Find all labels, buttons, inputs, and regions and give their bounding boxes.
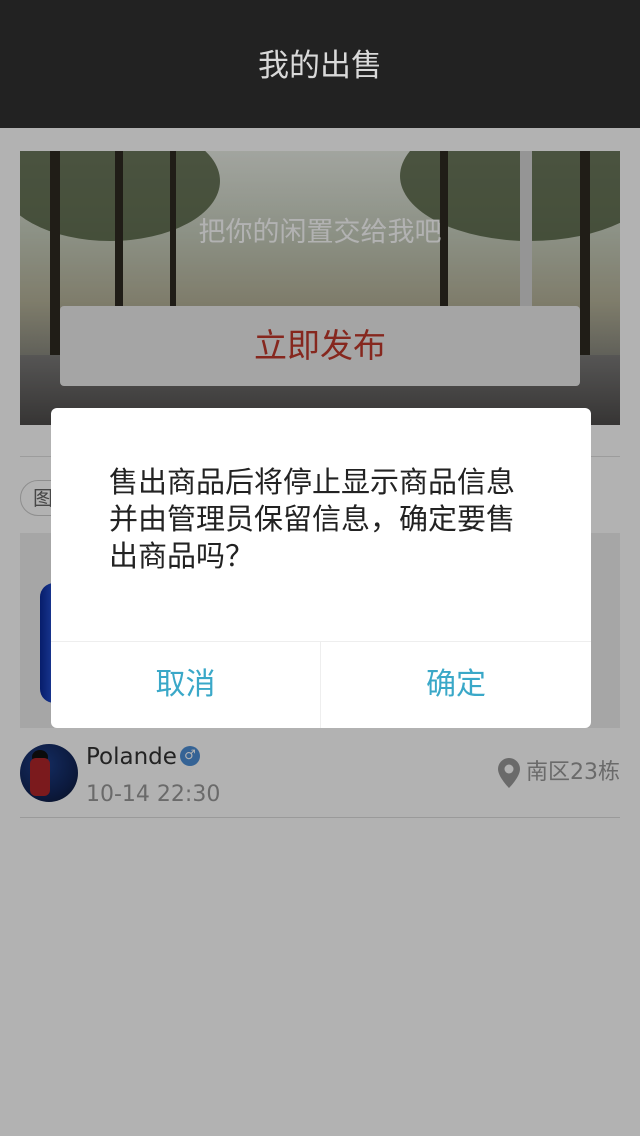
top-bar: 我的出售 xyxy=(0,0,640,128)
cancel-button[interactable]: 取消 xyxy=(51,642,320,728)
page-title: 我的出售 xyxy=(258,48,382,84)
dialog-message: 售出商品后将停止显示商品信息并由管理员保留信息，确定要售出商品吗？ xyxy=(109,465,516,573)
confirm-button[interactable]: 确定 xyxy=(321,642,591,728)
confirm-dialog: 售出商品后将停止显示商品信息并由管理员保留信息，确定要售出商品吗？ 取消 确定 xyxy=(51,408,591,728)
